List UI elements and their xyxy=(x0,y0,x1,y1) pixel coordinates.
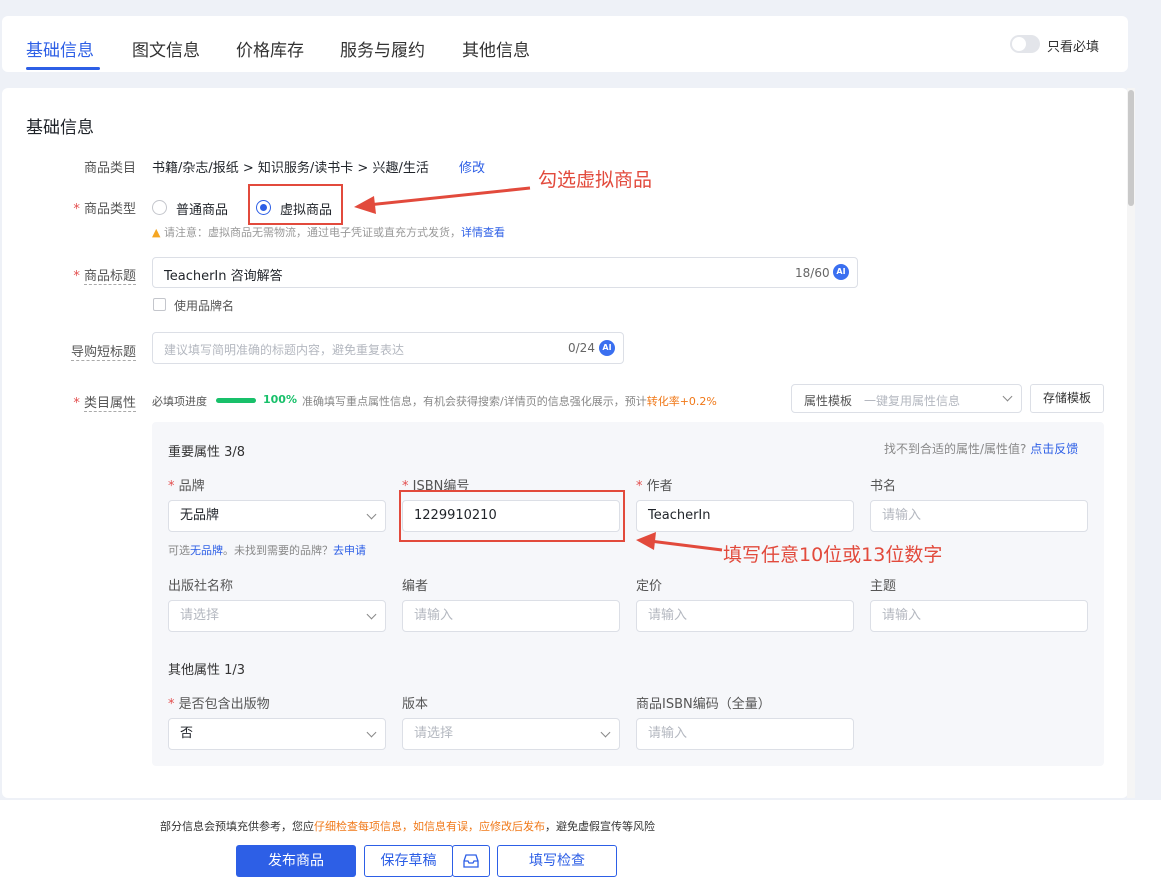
isbn-code-input[interactable]: 请输入 xyxy=(636,718,854,750)
use-brand-checkbox[interactable] xyxy=(153,298,166,311)
editor-label: 编者 xyxy=(402,579,429,594)
feedback-question: 找不到合适的属性/属性值? 点击反馈 xyxy=(884,442,1079,456)
price-input[interactable]: 请输入 xyxy=(636,600,854,632)
publisher-select[interactable]: 请选择 xyxy=(168,600,386,632)
book-name-label: 书名 xyxy=(870,479,897,494)
template-select[interactable]: 属性模板 一键复用属性信息 xyxy=(791,384,1022,413)
theme-label: 主题 xyxy=(870,579,897,594)
apply-brand-link[interactable]: 去申请 xyxy=(333,544,366,557)
inbox-icon xyxy=(463,854,479,868)
annotation-arrow-virtual xyxy=(354,186,531,214)
ai-icon[interactable]: AI xyxy=(599,340,615,356)
template-placeholder: 一键复用属性信息 xyxy=(864,394,961,408)
important-attrs-title: 重要属性 3/8 xyxy=(168,445,246,460)
tab-bar: 基础信息 图文信息 价格库存 服务与履约 其他信息 xyxy=(2,16,1128,72)
active-tab-indicator xyxy=(26,67,100,70)
attributes-tip: 准确填写重点属性信息，有机会获得搜索/详情页的信息强化展示，预计转化率+0.2% xyxy=(302,395,717,408)
publish-button[interactable]: 发布商品 xyxy=(236,845,356,877)
edition-label: 版本 xyxy=(402,697,429,712)
brand-hint: 可选无品牌。未找到需要的品牌？去申请 xyxy=(168,544,366,557)
progress-text: 100% xyxy=(263,393,297,406)
attributes-label: 类目属性 xyxy=(46,392,136,412)
annotation-isbn-text: 填写任意10位或13位数字 xyxy=(723,544,943,566)
chevron-down-icon xyxy=(366,509,377,520)
progress-bar xyxy=(216,398,256,403)
annotation-arrow-isbn xyxy=(636,532,723,552)
chevron-down-icon xyxy=(366,609,377,620)
category-label: 商品类目 xyxy=(83,161,136,176)
use-brand-label: 使用品牌名 xyxy=(174,299,235,313)
ai-icon[interactable]: AI xyxy=(833,264,849,280)
no-brand-link[interactable]: 无品牌 xyxy=(190,544,223,557)
draft-box-button[interactable] xyxy=(452,845,490,877)
annotation-box-isbn xyxy=(399,490,625,542)
product-type-label: 商品类型 xyxy=(46,198,136,217)
theme-input[interactable]: 请输入 xyxy=(870,600,1088,632)
editor-input[interactable]: 请输入 xyxy=(402,600,620,632)
author-label: 作者 xyxy=(636,475,673,494)
tab-image-text[interactable]: 图文信息 xyxy=(132,36,200,61)
short-title-placeholder: 建议填写简明准确的标题内容，避免重复表达 xyxy=(164,343,405,357)
fill-check-button[interactable]: 填写检查 xyxy=(497,845,617,877)
save-draft-button[interactable]: 保存草稿 xyxy=(364,845,453,877)
warning-icon: ▲ xyxy=(152,226,161,239)
category-edit-link[interactable]: 修改 xyxy=(459,157,485,176)
section-title: 基础信息 xyxy=(26,118,94,138)
only-required-toggle[interactable] xyxy=(1010,35,1040,53)
tab-service[interactable]: 服务与履约 xyxy=(340,36,425,61)
radio-normal-product[interactable] xyxy=(152,200,167,215)
publisher-label: 出版社名称 xyxy=(168,579,234,594)
contains-pub-select[interactable]: 否 xyxy=(168,718,386,750)
short-title-input[interactable]: 建议填写简明准确的标题内容，避免重复表达 0/24 AI xyxy=(152,332,624,364)
edition-select[interactable]: 请选择 xyxy=(402,718,620,750)
save-template-button[interactable]: 存储模板 xyxy=(1030,384,1104,413)
annotation-virtual-text: 勾选虚拟商品 xyxy=(538,169,653,191)
contains-pub-label: 是否包含出版物 xyxy=(168,693,270,712)
book-name-input[interactable]: 请输入 xyxy=(870,500,1088,532)
normal-product-label: 普通商品 xyxy=(176,203,229,218)
footer-notice: 部分信息会预填充供参考，您应仔细检查每项信息，如信息有误，应修改后发布，避免虚假… xyxy=(160,820,655,833)
price-label: 定价 xyxy=(636,579,663,594)
author-input[interactable]: TeacherIn xyxy=(636,500,854,532)
only-required-label: 只看必填 xyxy=(1047,40,1100,55)
progress-label: 必填项进度 xyxy=(152,395,207,408)
brand-label: 品牌 xyxy=(168,475,205,494)
chevron-down-icon xyxy=(600,727,611,738)
template-label: 属性模板 xyxy=(804,394,853,408)
short-title-char-count: 0/24 xyxy=(568,341,595,355)
feedback-link[interactable]: 点击反馈 xyxy=(1030,442,1078,456)
short-title-label: 导购短标题 xyxy=(70,345,136,361)
chevron-down-icon xyxy=(1002,391,1013,402)
title-char-count: 18/60 xyxy=(795,266,830,280)
product-title-value: TeacherIn 咨询解答 xyxy=(164,269,283,284)
isbn-code-label: 商品ISBN编码（全量） xyxy=(636,697,771,712)
product-title-input[interactable]: TeacherIn 咨询解答 18/60 AI xyxy=(152,257,858,288)
category-value: 书籍/杂志/报纸 > 知识服务/读书卡 > 兴趣/生活 xyxy=(152,161,429,176)
tab-price-stock[interactable]: 价格库存 xyxy=(236,36,304,61)
tab-basic-info[interactable]: 基础信息 xyxy=(26,36,94,61)
other-attrs-title: 其他属性 1/3 xyxy=(168,663,246,678)
attributes-panel xyxy=(152,422,1104,766)
brand-select[interactable]: 无品牌 xyxy=(168,500,386,532)
chevron-down-icon xyxy=(366,727,377,738)
annotation-box-virtual xyxy=(248,184,343,225)
product-title-label: 商品标题 xyxy=(46,265,136,285)
tab-other-info[interactable]: 其他信息 xyxy=(462,36,530,61)
virtual-notice: ▲ 请注意：虚拟商品无需物流，通过电子凭证或直充方式发货，详情查看 xyxy=(152,226,505,239)
notice-detail-link[interactable]: 详情查看 xyxy=(461,226,505,239)
scrollbar-thumb[interactable] xyxy=(1128,90,1134,206)
